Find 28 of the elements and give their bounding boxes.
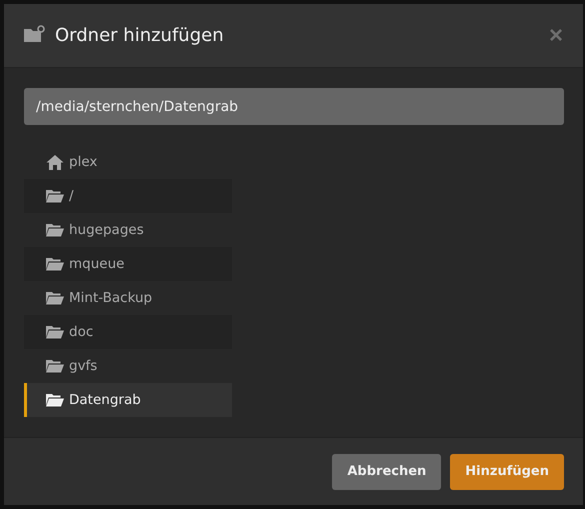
folder-icon bbox=[46, 257, 64, 271]
folder-icon bbox=[46, 393, 64, 407]
folder-name: mqueue bbox=[69, 256, 124, 272]
folder-item[interactable]: Mint-Backup bbox=[24, 281, 232, 315]
folder-name: Datengrab bbox=[69, 392, 141, 408]
dialog-title: Ordner hinzufügen bbox=[55, 25, 225, 46]
folder-icon bbox=[46, 291, 64, 305]
folder-name: / bbox=[69, 188, 74, 204]
folder-icon bbox=[46, 223, 64, 237]
folder-name: gvfs bbox=[69, 358, 98, 374]
folder-item[interactable]: hugepages bbox=[24, 213, 232, 247]
folder-icon bbox=[46, 325, 64, 339]
folder-name: plex bbox=[69, 154, 98, 170]
cancel-button[interactable]: Abbrechen bbox=[332, 454, 442, 490]
folder-item[interactable]: mqueue bbox=[24, 247, 232, 281]
path-field[interactable]: /media/sternchen/Datengrab bbox=[24, 88, 564, 125]
home-icon bbox=[46, 154, 64, 170]
folder-icon bbox=[46, 189, 64, 203]
folder-icon bbox=[46, 359, 64, 373]
folder-item[interactable]: / bbox=[24, 179, 232, 213]
folder-name: doc bbox=[69, 324, 94, 340]
folder-item[interactable]: plex bbox=[24, 145, 232, 179]
folder-name: hugepages bbox=[69, 222, 144, 238]
folder-name: Mint-Backup bbox=[69, 290, 152, 306]
folder-item[interactable]: Datengrab bbox=[24, 383, 232, 417]
folder-item[interactable]: gvfs bbox=[24, 349, 232, 383]
folder-add-icon bbox=[24, 24, 46, 42]
folder-item[interactable]: doc bbox=[24, 315, 232, 349]
